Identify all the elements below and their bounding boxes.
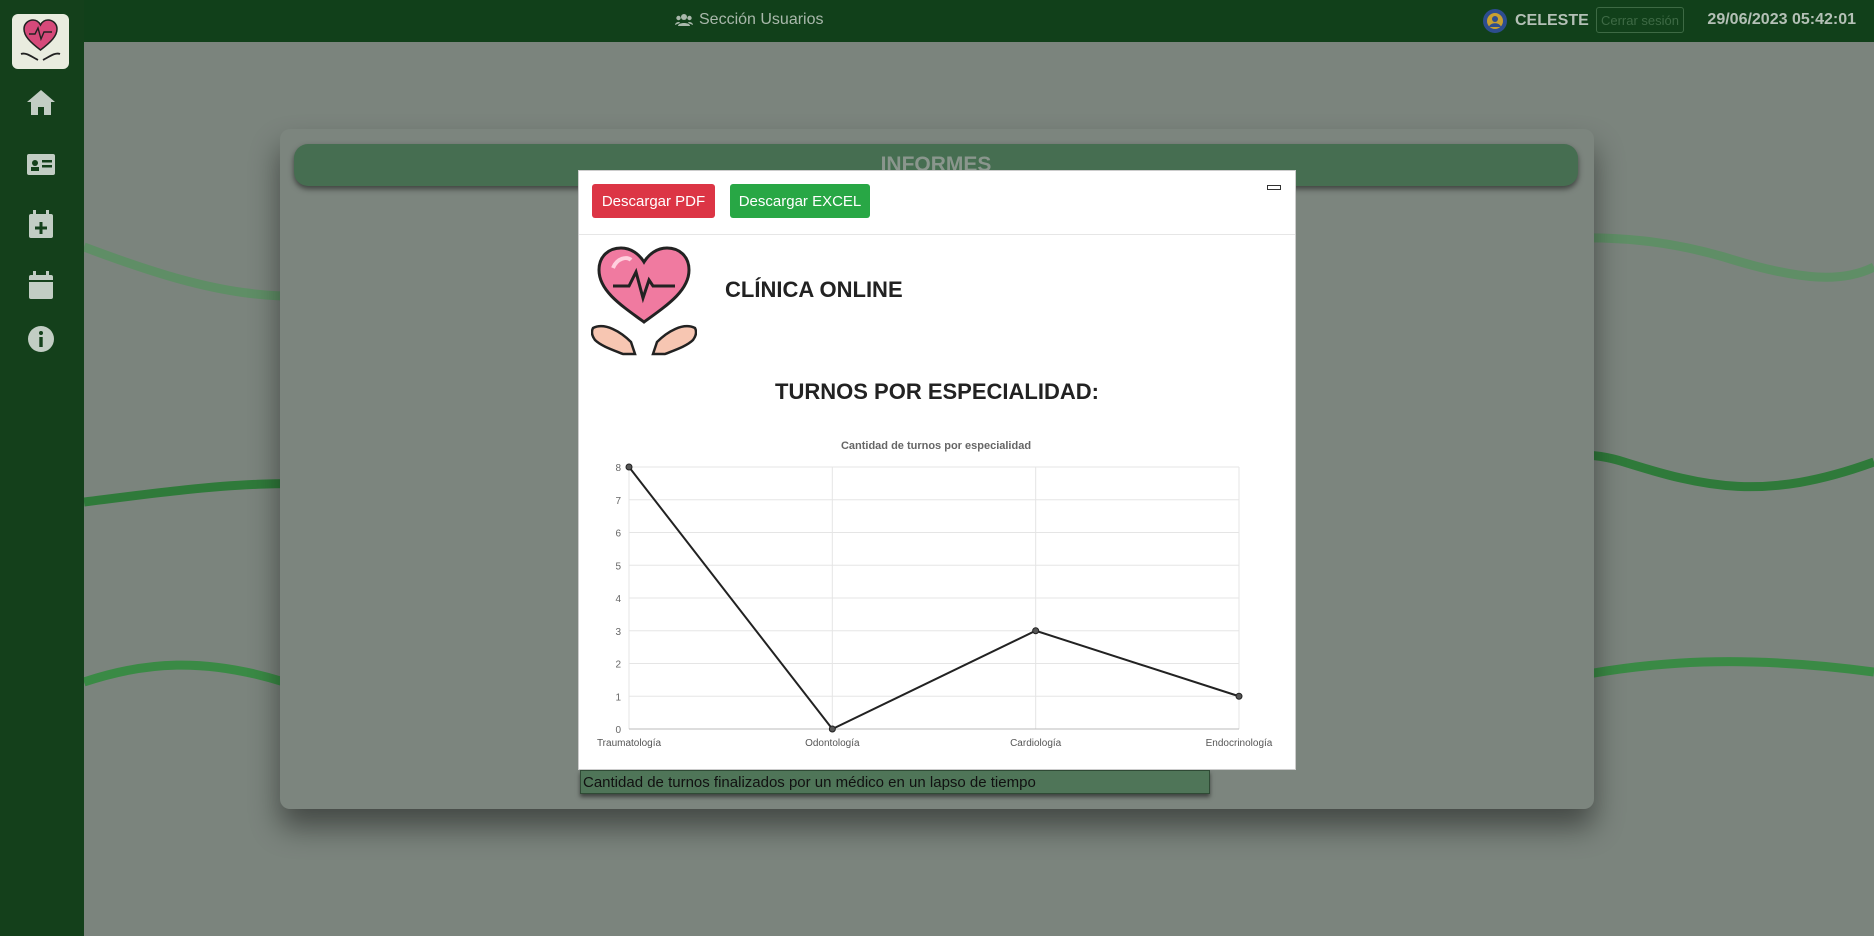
y-tick-label: 7 (615, 496, 621, 507)
x-tick-label: Odontología (805, 738, 860, 749)
topbar: Sección Usuarios CELESTE Cerrar sesión 2… (84, 0, 1874, 42)
user-info: CELESTE (1482, 8, 1589, 34)
calendar-plus-icon[interactable] (24, 207, 58, 241)
datetime: 29/06/2023 05:42:01 (1707, 11, 1856, 28)
user-name: CELESTE (1515, 12, 1589, 29)
y-tick-label: 5 (615, 561, 621, 572)
section-title: Sección Usuarios (675, 11, 824, 29)
y-tick-label: 8 (615, 463, 621, 474)
clinic-name: CLÍNICA ONLINE (725, 277, 903, 302)
y-tick-label: 6 (615, 529, 621, 540)
heart-hands-logo-icon (20, 19, 61, 61)
report-modal: Descargar PDF Descargar EXCEL CLÍNICA ON… (578, 170, 1296, 770)
x-tick-label: Cardiología (1010, 738, 1062, 749)
y-tick-label: 2 (615, 660, 621, 671)
users-icon (675, 14, 693, 26)
x-tick-label: Endocrinología (1206, 738, 1273, 749)
report-item-finished-turns[interactable]: Cantidad de turnos finalizados por un mé… (580, 770, 1210, 794)
y-tick-label: 4 (615, 594, 621, 605)
user-avatar-icon (1483, 9, 1507, 33)
id-card-icon[interactable] (24, 147, 58, 181)
report-title: TURNOS POR ESPECIALIDAD: (775, 379, 1099, 404)
turnos-line-chart: Cantidad de turnos por especialidad 0 1 2 3… (597, 440, 1273, 749)
calendar-icon[interactable] (24, 268, 58, 302)
data-point[interactable] (1032, 627, 1040, 635)
data-point[interactable] (625, 463, 633, 471)
y-tick-label: 3 (615, 627, 621, 638)
minimize-icon[interactable] (1267, 185, 1281, 190)
logout-button[interactable]: Cerrar sesión (1596, 7, 1684, 33)
chart-title: Cantidad de turnos por especialidad (841, 440, 1031, 452)
section-label: Sección Usuarios (699, 11, 824, 28)
info-icon[interactable] (24, 322, 58, 356)
app-logo-button[interactable] (12, 14, 69, 69)
download-excel-button[interactable]: Descargar EXCEL (730, 184, 870, 218)
y-tick-label: 1 (615, 692, 621, 703)
sidebar (0, 0, 84, 936)
x-tick-label: Traumatología (597, 738, 662, 749)
data-point[interactable] (828, 725, 836, 733)
home-icon[interactable] (24, 85, 58, 119)
clinic-logo-icon (591, 246, 697, 356)
data-point[interactable] (1235, 692, 1243, 700)
modal-toolbar: Descargar PDF Descargar EXCEL (579, 171, 1295, 235)
y-tick-label: 0 (615, 725, 621, 736)
download-pdf-button[interactable]: Descargar PDF (592, 184, 715, 218)
